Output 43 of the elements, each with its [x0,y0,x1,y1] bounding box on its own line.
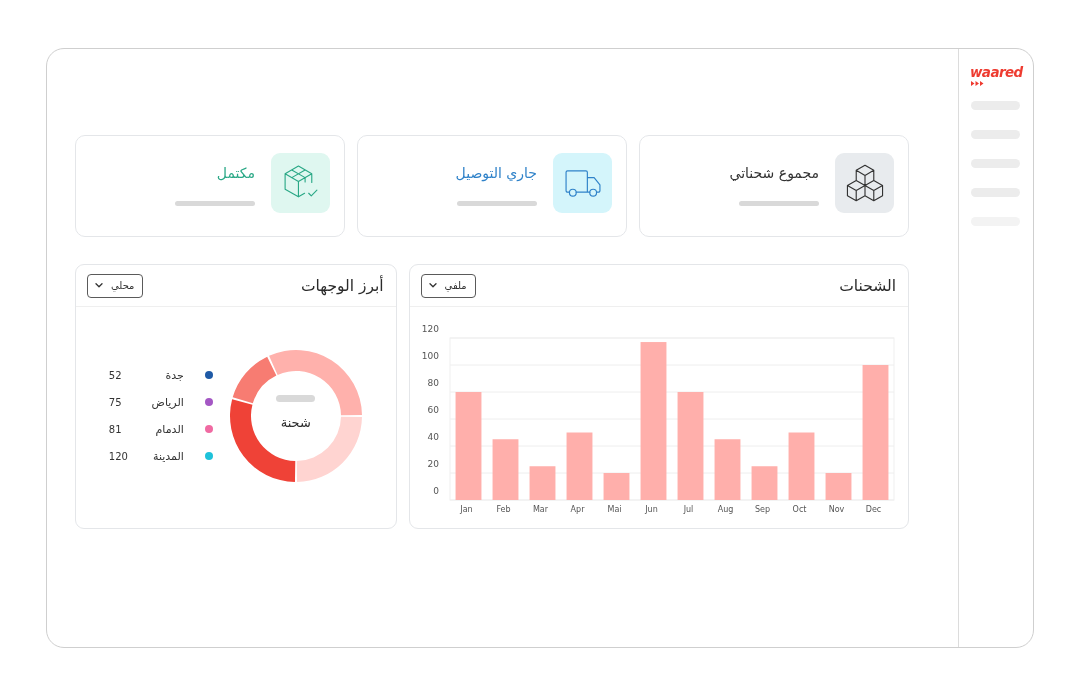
legend-value: 81 [108,422,122,437]
x-tick-label: Jun [645,504,658,514]
y-tick-label: 0 [433,485,439,496]
package-check-icon [271,153,330,213]
truck-icon [553,153,612,213]
card-title: مجموع شحناتي [729,164,819,183]
brand-logo[interactable]: waared [970,64,1023,80]
panel-title: الشحنات [839,275,896,297]
x-tick-label: Jan [460,504,473,514]
skeleton-bar [276,394,316,402]
panel-title: أبرز الوجهات [300,274,384,297]
legend-value: 120 [108,449,128,464]
x-tick-label: Jul [683,504,694,514]
card-title: مكتمل [216,164,255,183]
cubes-icon [835,153,894,213]
card-title: جاري التوصيل [455,164,537,183]
x-tick-label: Mar [532,504,549,514]
filter-dropdown[interactable]: محلي [87,273,144,298]
arrows-icon [971,81,984,86]
x-tick-label: Sep [754,504,771,514]
y-tick-label: 40 [427,431,439,442]
x-tick-label: Aug [717,504,734,514]
y-tick-label: 80 [427,377,439,388]
legend-value: 52 [108,368,122,383]
x-tick-label: Nov [828,504,845,514]
x-tick-label: Apr [570,504,585,514]
y-tick-label: 100 [421,350,439,361]
legend-label: المدينة [152,448,184,464]
legend-label: جدة [164,367,184,383]
filter-dropdown[interactable]: ملفي [420,273,476,298]
chevron-down-icon [428,283,437,288]
chevron-down-icon [95,283,103,288]
y-tick-label: 60 [427,404,439,415]
x-tick-label: Dec [865,504,882,514]
legend-value: 75 [108,395,122,410]
y-tick-label: 20 [427,458,439,469]
x-tick-label: Feb [496,504,511,514]
y-tick-label: 120 [421,323,439,334]
legend-label: الدمام [154,421,184,437]
legend-label: الرياض [150,394,184,410]
x-tick-label: Mai [607,504,622,514]
x-tick-label: Oct [792,504,807,514]
donut-center-label: شحنة [280,414,311,431]
